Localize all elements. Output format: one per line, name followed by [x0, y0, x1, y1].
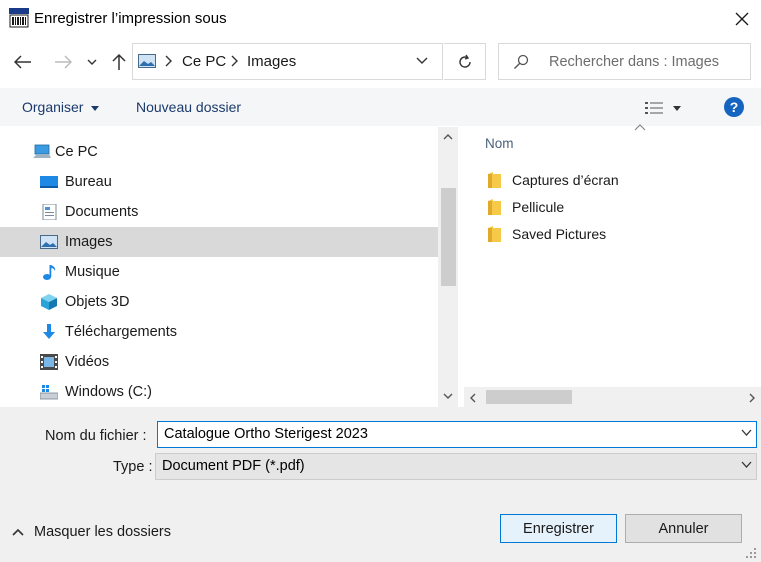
navigation-pane: Ce PC Bureau Documents Images Musique Ob…	[0, 127, 438, 407]
arrow-left-icon	[14, 55, 31, 69]
sort-ascending-icon	[634, 124, 646, 131]
tree-label: Ce PC	[55, 144, 98, 160]
pictures-icon	[138, 54, 156, 68]
desktop-icon	[40, 176, 58, 188]
3d-objects-icon	[41, 294, 57, 310]
file-type-value: Document PDF (*.pdf)	[162, 458, 305, 474]
folder-icon	[488, 199, 501, 215]
scroll-down-icon[interactable]	[443, 393, 453, 400]
tree-label: Téléchargements	[65, 324, 178, 340]
tree-item-musique[interactable]: Musique	[0, 257, 438, 287]
music-icon	[43, 265, 56, 280]
scroll-right-icon[interactable]	[749, 393, 756, 403]
close-button[interactable]	[726, 4, 758, 34]
breadcrumb-images[interactable]: Images	[247, 53, 296, 70]
file-item-pellicule[interactable]: Pellicule	[488, 196, 758, 220]
pictures-icon	[40, 235, 58, 249]
refresh-icon	[458, 54, 471, 68]
tree-label: Documents	[65, 204, 139, 220]
forward-button[interactable]	[50, 45, 76, 79]
address-bar[interactable]: Ce PC Images	[132, 43, 443, 80]
help-button[interactable]: ?	[724, 97, 744, 117]
organize-button[interactable]: Organiser	[22, 99, 100, 115]
details-view-icon	[645, 102, 663, 114]
window-title: Enregistrer l’impression sous	[34, 10, 227, 27]
videos-icon	[40, 354, 58, 370]
hide-folders-toggle[interactable]: Masquer les dossiers	[12, 524, 171, 540]
search-icon	[514, 54, 529, 69]
cancel-button[interactable]: Annuler	[625, 514, 742, 543]
view-options-button[interactable]	[645, 98, 689, 118]
file-label: Pellicule	[512, 199, 565, 215]
documents-icon	[42, 204, 57, 220]
search-input[interactable]: Rechercher dans : Images	[549, 54, 719, 70]
tree-item-videos[interactable]: Vidéos	[0, 347, 438, 377]
chevron-down-icon	[741, 461, 752, 468]
caret-down-icon	[91, 105, 100, 111]
chevron-down-icon[interactable]	[741, 429, 752, 437]
tree-label: Windows (C:)	[65, 384, 153, 400]
type-label: Type :	[113, 459, 153, 475]
tree-label: Vidéos	[65, 354, 110, 370]
tree-item-images[interactable]: Images	[0, 227, 438, 257]
chevron-down-icon[interactable]	[415, 53, 429, 69]
tree-item-telechargements[interactable]: Téléchargements	[0, 317, 438, 347]
file-item-saved-pictures[interactable]: Saved Pictures	[488, 223, 758, 247]
resize-grip-icon[interactable]	[740, 546, 758, 560]
file-label: Captures d’écran	[512, 172, 619, 188]
file-item-captures[interactable]: Captures d’écran	[488, 169, 758, 193]
tree-item-ce-pc[interactable]: Ce PC	[0, 137, 438, 167]
filename-value: Catalogue Ortho Sterigest 2023	[164, 426, 368, 442]
arrow-right-icon	[55, 55, 72, 69]
folder-icon	[488, 172, 501, 188]
command-bar: Organiser Nouveau dossier	[0, 88, 761, 126]
scroll-up-icon[interactable]	[443, 133, 453, 140]
hide-folders-label: Masquer les dossiers	[34, 524, 171, 540]
tree-label: Bureau	[65, 174, 112, 190]
search-box[interactable]: Rechercher dans : Images	[498, 43, 751, 80]
chevron-down-icon	[87, 59, 97, 65]
computer-icon	[33, 144, 51, 158]
breadcrumb-ce-pc[interactable]: Ce PC	[182, 53, 226, 70]
tree-label: Objets 3D	[65, 294, 130, 310]
save-button[interactable]: Enregistrer	[500, 514, 617, 543]
file-label: Saved Pictures	[512, 226, 607, 242]
files-scroll-thumb[interactable]	[486, 390, 572, 404]
recent-locations-button[interactable]	[80, 45, 104, 79]
drive-icon	[40, 385, 58, 400]
tree-scroll-thumb[interactable]	[441, 188, 456, 286]
new-folder-button[interactable]: Nouveau dossier	[136, 99, 241, 115]
tree-item-objets-3d[interactable]: Objets 3D	[0, 287, 438, 317]
refresh-button[interactable]	[444, 43, 486, 80]
printer-app-icon	[9, 8, 29, 28]
caret-down-icon	[673, 105, 681, 111]
chevron-right-icon	[231, 55, 238, 67]
column-header-name[interactable]: Nom	[485, 136, 514, 151]
tree-label: Musique	[65, 264, 120, 280]
folder-icon	[488, 226, 501, 242]
organize-label: Organiser	[22, 99, 84, 115]
filename-label: Nom du fichier :	[45, 428, 147, 444]
tree-label: Images	[65, 234, 113, 250]
tree-item-documents[interactable]: Documents	[0, 197, 438, 227]
chevron-up-icon	[12, 528, 24, 536]
downloads-icon	[43, 324, 55, 339]
file-list-pane	[464, 127, 761, 387]
tree-item-windows-c[interactable]: Windows (C:)	[0, 377, 438, 407]
close-icon	[735, 12, 749, 26]
scroll-left-icon[interactable]	[469, 393, 476, 403]
arrow-up-icon	[112, 53, 126, 70]
tree-item-bureau[interactable]: Bureau	[0, 167, 438, 197]
chevron-right-icon	[165, 55, 172, 67]
back-button[interactable]	[10, 45, 36, 79]
up-button[interactable]	[106, 45, 132, 79]
file-type-select[interactable]: Document PDF (*.pdf)	[155, 453, 757, 480]
filename-input[interactable]: Catalogue Ortho Sterigest 2023	[157, 421, 757, 448]
